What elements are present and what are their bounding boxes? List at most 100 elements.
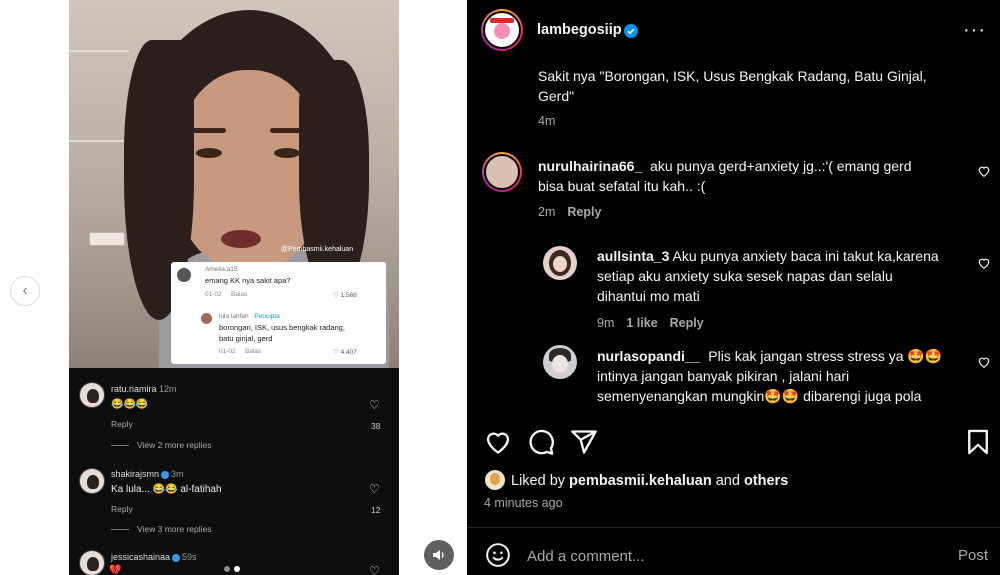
card-reply-likes-count: 4.407 (340, 349, 357, 356)
comment-meta: 9m 1 like Reply (597, 316, 704, 330)
comment-line-3: dihantui mo mati (597, 288, 700, 304)
post-header: lambegosiip ··· (467, 0, 1000, 64)
media-viewer: @Pembasmii.kehaluan Amelia.a15 emang KK … (0, 0, 467, 575)
card-avatar (177, 268, 191, 282)
audio-icon (433, 550, 444, 560)
card-reply-date: 01-02 (219, 348, 236, 355)
tiktok-reply: Reply (111, 419, 133, 429)
tiktok-time: 12m (159, 384, 177, 394)
card-comment-text: emang KK nya sakit apa? (205, 276, 291, 285)
comment-line-1: nurlasopandi__ Plis kak jangan stress st… (597, 346, 942, 366)
comment-line-1: aullsinta_3 Aku punya anxiety baca ini t… (597, 246, 939, 266)
reply-button[interactable]: Reply (567, 205, 601, 219)
caption-time: 4m (538, 114, 556, 128)
comment-like-count[interactable]: 1 like (626, 316, 657, 330)
carousel-dots (224, 559, 244, 575)
author-username[interactable]: lambegosiip (537, 22, 622, 38)
comment-username[interactable]: nurulhairina66_ (538, 158, 642, 174)
tiktok-text: Ka lula... 😂😂 al-fatihah (111, 484, 222, 495)
tiktok-like-count: 38 (371, 421, 381, 431)
comment-username[interactable]: nurlasopandi__ (597, 348, 700, 364)
card-reply-likes: ♡ 4.407 (333, 349, 357, 356)
reply-button[interactable]: Reply (670, 316, 704, 330)
liked-by-others[interactable]: others (744, 473, 788, 489)
commenter-avatar-image (484, 154, 520, 190)
audio-toggle-button[interactable] (424, 540, 454, 570)
comment-line-3: semenyenangkan mungkin🤩🤩 dibarengi juga … (597, 388, 922, 404)
tiktok-view-more: View 2 more replies (137, 440, 212, 450)
card-reply-reply: Balas (245, 348, 262, 355)
card-creator-badge: Pencipta (254, 313, 280, 320)
comment-username[interactable]: aullsinta_3 (597, 248, 669, 264)
commenter-avatar[interactable] (543, 345, 577, 379)
tiktok-text: 💔 (109, 565, 122, 575)
card-comment-reply: Balas (231, 291, 248, 298)
post-comment-button[interactable]: Post (958, 547, 988, 564)
tiktok-time: 3m (171, 469, 184, 479)
tiktok-verified-icon (161, 470, 170, 479)
commenter-avatar[interactable] (543, 246, 577, 280)
comment-line-1: nurulhairina66_ aku punya gerd+anxiety j… (538, 156, 912, 176)
comment-line-2: intinya jangan banyak pikiran , jalani h… (597, 368, 850, 384)
caption-text-line-1: Sakit nya "Borongan, ISK, Usus Bengkak R… (538, 68, 927, 84)
verified-icon (624, 24, 638, 38)
tiktok-heart-icon: ♡ (369, 564, 380, 575)
share-icon[interactable] (570, 428, 598, 456)
tiktok-view-more: View 3 more replies (137, 524, 212, 534)
liked-by-user[interactable]: pembasmii.kehaluan (569, 473, 712, 489)
tiktok-reply: Reply (111, 504, 133, 514)
card-reply-text-2: batu ginjal, gerd (219, 334, 273, 343)
caption-text-line-2: Gerd" (538, 88, 575, 104)
comment-text: Aku punya anxiety baca ini takut ka,kare… (672, 248, 939, 264)
emoji-icon[interactable] (485, 542, 511, 568)
liker-avatar[interactable] (485, 470, 505, 490)
previous-slide-button[interactable]: ‹ (10, 276, 40, 306)
post-action-bar (467, 416, 1000, 464)
comment-icon[interactable] (527, 428, 555, 456)
card-reply-header: lula lahfah · Pencipta (219, 313, 280, 320)
tiktok-heart-icon: ♡ (369, 398, 380, 412)
tiktok-user: ratu.namira (111, 384, 157, 394)
author-avatar-image (483, 11, 521, 49)
mouth (221, 230, 261, 248)
comment-line-2: setiap aku anxiety suka sesek napas dan … (597, 268, 893, 284)
add-comment-input[interactable] (527, 544, 927, 568)
tiktok-user: jessicashainaa (111, 552, 171, 562)
post-timestamp[interactable]: 4 minutes ago (484, 496, 563, 510)
comments-list[interactable]: Sakit nya "Borongan, ISK, Usus Bengkak R… (467, 64, 1000, 416)
chevron-left-icon: ‹ (22, 282, 28, 299)
card-comment-date: 01-02 (205, 291, 222, 298)
carousel-dot[interactable] (234, 566, 240, 572)
comment-time: 2m (538, 205, 556, 219)
brow (192, 128, 226, 133)
comment-time: 9m (597, 316, 615, 330)
liked-by-text: Liked by pembasmii.kehaluan and others (511, 473, 788, 489)
tiktok-avatar (79, 382, 105, 408)
screenshot-comment-card: Amelia.a15 emang KK nya sakit apa? 01-02… (171, 262, 386, 364)
comment-text: aku punya gerd+anxiety jg..:'( emang ger… (650, 158, 912, 174)
tiktok-comments-region: ratu.namira 12m 😂😂😂 Reply View 2 more re… (69, 368, 399, 575)
carousel-dot[interactable] (224, 566, 230, 572)
like-comment-heart-icon[interactable] (977, 256, 991, 270)
more-options-icon[interactable]: ··· (963, 20, 986, 40)
like-comment-heart-icon[interactable] (977, 164, 991, 178)
like-comment-heart-icon[interactable] (977, 355, 991, 369)
liked-by-prefix: Liked by (511, 473, 566, 489)
card-comment-likes-count: 1.566 (340, 292, 357, 299)
tiktok-avatar (79, 468, 105, 494)
author-avatar[interactable] (481, 9, 523, 51)
eye (196, 148, 222, 158)
composer-divider (467, 527, 1000, 528)
post-detail-panel: lambegosiip ··· Sakit nya "Borongan, ISK… (467, 0, 1000, 575)
commenter-avatar[interactable] (482, 152, 522, 192)
tiktok-user: shakirajsmn (111, 469, 160, 479)
heart-icon[interactable] (484, 428, 512, 456)
liker-avatar-face (490, 473, 500, 485)
card-reply-avatar (201, 313, 212, 324)
tiktok-verified-icon (172, 553, 181, 562)
card-comment-user: Amelia.a15 (205, 266, 238, 273)
wall-detail (69, 140, 124, 142)
bookmark-icon[interactable] (964, 428, 992, 456)
likes-row: Liked by pembasmii.kehaluan and others (467, 466, 1000, 496)
tiktok-avatar (79, 550, 105, 575)
